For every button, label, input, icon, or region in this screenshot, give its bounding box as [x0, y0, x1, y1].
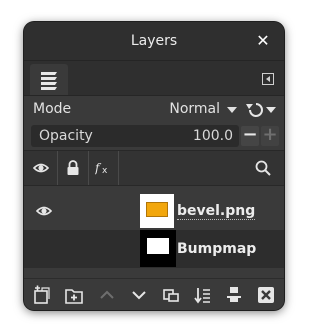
titlebar[interactable]: Layers ✕ — [24, 22, 284, 61]
layer-thumbnail[interactable] — [140, 194, 174, 228]
layer-thumbnail[interactable] — [140, 230, 176, 267]
new-layer-button[interactable] — [32, 285, 52, 305]
header-search[interactable] — [250, 151, 284, 185]
eye-icon — [33, 163, 49, 173]
delete-layer-button[interactable] — [256, 285, 276, 305]
lower-layer-button[interactable] — [129, 285, 149, 305]
anchor-layer-button[interactable] — [224, 285, 244, 305]
header-visibility[interactable] — [24, 151, 58, 185]
chevron-down-icon[interactable] — [227, 107, 237, 113]
search-icon — [255, 160, 271, 176]
raise-layer-button[interactable] — [97, 285, 117, 305]
header-lock[interactable] — [58, 151, 89, 185]
tab-layers[interactable] — [30, 64, 68, 95]
thumbnail-content — [147, 238, 169, 254]
layers-dialog: Layers ✕ Mode Normal Opacity 100.0 − + f… — [24, 22, 284, 310]
duplicate-layer-icon — [163, 289, 179, 302]
layer-name-editor[interactable]: bevel.png — [177, 203, 256, 220]
new-layer-group-button[interactable] — [64, 285, 84, 305]
raise-layer-icon — [100, 290, 114, 299]
delete-layer-icon — [258, 287, 274, 303]
opacity-increase-button[interactable]: + — [261, 126, 279, 146]
svg-text:f: f — [95, 161, 102, 175]
opacity-row: Opacity 100.0 − + — [24, 124, 284, 148]
close-icon: ✕ — [256, 31, 270, 50]
layers-stack-icon — [41, 72, 57, 90]
opacity-spin-scale[interactable]: Opacity 100.0 — [31, 125, 239, 147]
header-effects[interactable]: f x — [89, 151, 119, 185]
lower-layer-icon — [132, 291, 146, 300]
opacity-value[interactable]: 100.0 — [193, 128, 233, 144]
lock-icon — [67, 160, 79, 175]
close-button[interactable]: ✕ — [254, 32, 272, 50]
thumbnail-content — [146, 202, 168, 217]
merge-down-button[interactable] — [193, 285, 213, 305]
dialog-title: Layers — [130, 33, 178, 49]
opacity-decrease-button[interactable]: − — [241, 126, 259, 146]
duplicate-layer-button[interactable] — [161, 285, 181, 305]
tab-menu-icon — [266, 76, 270, 82]
layer-name: Bumpmap — [177, 241, 257, 257]
merge-down-icon — [194, 288, 210, 304]
anchor-layer-icon — [227, 287, 241, 302]
eye-icon[interactable] — [36, 205, 52, 217]
undo-arrow-icon — [246, 103, 276, 117]
new-layer-group-icon — [65, 289, 83, 304]
opacity-label: Opacity — [39, 128, 93, 144]
dock-tab-bar — [24, 61, 284, 96]
fx-icon: f x — [95, 161, 108, 175]
layer-row[interactable]: Bumpmap — [24, 230, 284, 268]
composite-mode-button[interactable] — [243, 100, 279, 118]
svg-text:x: x — [102, 166, 108, 175]
layer-row[interactable]: bevel.png — [24, 192, 284, 230]
layer-list-header: f x — [24, 150, 284, 186]
tab-menu-button[interactable] — [262, 73, 274, 85]
new-layer-icon — [34, 285, 50, 304]
mode-select[interactable]: Normal — [169, 101, 220, 117]
mode-row: Mode Normal — [24, 96, 284, 122]
mode-label: Mode — [33, 101, 72, 117]
layers-toolbar — [24, 278, 284, 310]
